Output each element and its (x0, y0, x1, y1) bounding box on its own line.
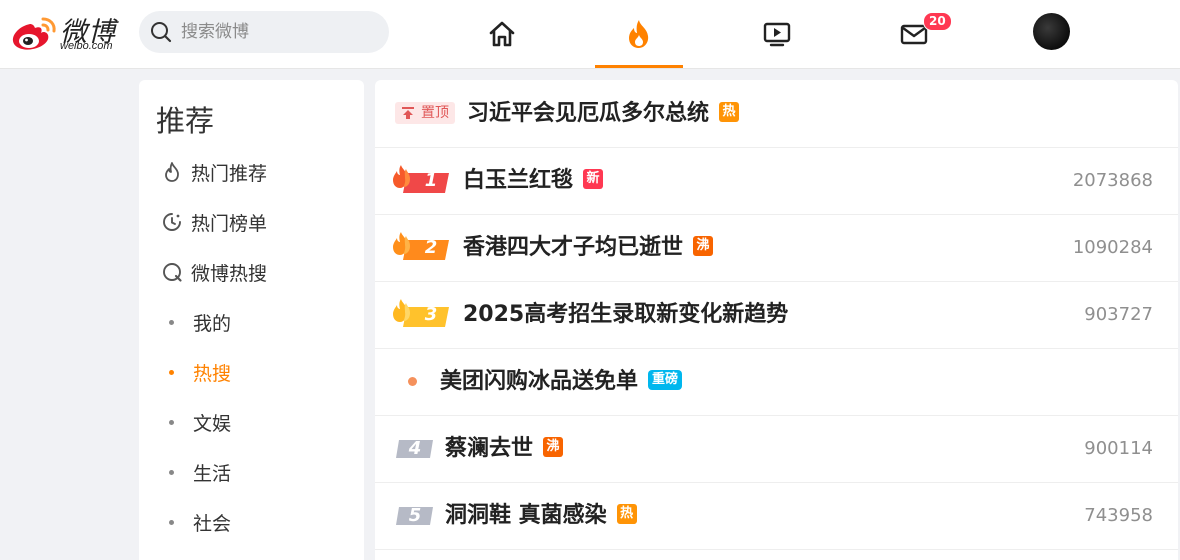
video-icon (763, 22, 791, 47)
logo-domain: weibo.com (60, 40, 113, 52)
weibo-logo[interactable]: 微博 weibo.com (10, 10, 128, 56)
boiling-tag: 沸 (543, 437, 564, 457)
promoted-hot-item[interactable]: 美团闪购冰品送免单 重磅 (375, 348, 1178, 416)
pinned-label: 置顶 (421, 105, 449, 121)
bullet-dot-icon (169, 519, 174, 525)
nav-messages-button[interactable]: 20 (870, 0, 958, 68)
hot-item-title: 香港四大才子均已逝世 (463, 235, 684, 260)
new-tag: 新 (583, 169, 604, 189)
hot-item-title: 白玉兰红毯 (463, 168, 574, 193)
search-input[interactable] (181, 11, 376, 53)
weibo-eye-logo-icon (12, 17, 56, 50)
promoted-dot-icon (408, 377, 417, 386)
sidebar-item-hot-search[interactable]: 热搜 (161, 352, 351, 392)
sidebar-item-mine[interactable]: 我的 (161, 302, 351, 342)
sidebar-item-label: 热搜 (193, 362, 232, 385)
unread-count-badge: 20 (923, 12, 952, 31)
hot-item-title-wrap: 蔡澜去世沸 (445, 415, 564, 482)
sidebar-item-hot-recommend[interactable]: 热门推荐 (161, 152, 351, 192)
hot-item-rank-4[interactable]: 4 蔡澜去世沸 900114 (375, 415, 1178, 483)
sidebar-item-society[interactable]: 社会 (161, 502, 351, 542)
sidebar-item-label: 热门推荐 (191, 162, 268, 185)
hot-item-title-wrap: 香港四大才子均已逝世沸 (463, 214, 714, 281)
sidebar-item-label: 文娱 (193, 412, 232, 435)
rank-number: 3 (424, 304, 438, 325)
bullet-dot-icon (169, 469, 174, 475)
bullet-dot-icon (169, 419, 174, 425)
hot-item-title: 蔡澜去世 (445, 436, 534, 461)
pinned-hot-item[interactable]: 置顶 习近平会见厄瓜多尔总统热 (375, 80, 1178, 148)
sidebar-item-label: 微博热搜 (191, 262, 268, 285)
hot-item-rank-5[interactable]: 5 洞洞鞋 真菌感染热 743958 (375, 482, 1178, 550)
hot-search-list: 置顶 习近平会见厄瓜多尔总统热 1 白玉兰红毯新 2073868 2 香港四大才… (375, 80, 1178, 560)
nav-home-button[interactable] (458, 0, 546, 68)
sidebar-item-hot-rank[interactable]: 热门榜单 (161, 202, 351, 242)
hot-item-title-wrap: 白玉兰红毯新 (463, 147, 604, 214)
hot-count: 2073868 (1072, 170, 1153, 191)
sidebar-title: 推荐 (156, 104, 215, 138)
clock-rank-icon (161, 211, 183, 233)
hot-item-rank-2[interactable]: 2 香港四大才子均已逝世沸 1090284 (375, 214, 1178, 282)
hot-tag: 热 (616, 504, 637, 524)
left-sidebar: 推荐 热门推荐 热门榜单 微博热搜 我的 热搜 文娱 生活 社会 (139, 80, 364, 560)
hot-item-rank-1[interactable]: 1 白玉兰红毯新 2073868 (375, 147, 1178, 215)
hot-item-title-wrap: 2025高考招生录取新变化新趋势 (463, 281, 788, 348)
hot-item-title: 美团闪购冰品送免单 (440, 369, 639, 394)
hot-count: 1090284 (1072, 237, 1153, 258)
sidebar-item-entertainment[interactable]: 文娱 (161, 402, 351, 442)
boiling-tag: 沸 (693, 236, 714, 256)
nav-hot-button[interactable] (595, 0, 683, 68)
search-box (139, 11, 389, 53)
pin-top-icon (402, 107, 414, 119)
sidebar-item-life[interactable]: 生活 (161, 452, 351, 492)
hot-item-title: 习近平会见厄瓜多尔总统 (467, 101, 710, 126)
hot-item-title: 2025高考招生录取新变化新趋势 (463, 302, 789, 327)
hot-item-title-wrap: 洞洞鞋 真菌感染热 (445, 482, 637, 549)
top-navigation-bar: 微博 weibo.com 20 (0, 0, 1180, 69)
bullet-dot-icon (169, 319, 174, 325)
hot-item-title-wrap: 习近平会见厄瓜多尔总统热 (467, 80, 740, 147)
hot-item-title: 洞洞鞋 真菌感染 (445, 503, 607, 528)
hot-item-title-wrap: 美团闪购冰品送免单 重磅 (440, 348, 683, 415)
hot-tag: 热 (719, 102, 740, 122)
sidebar-item-label: 热门榜单 (191, 212, 268, 235)
search-ring-icon (161, 261, 183, 283)
hot-count: 743958 (1084, 505, 1153, 526)
sidebar-item-label: 生活 (193, 462, 232, 485)
user-avatar[interactable] (1033, 13, 1070, 50)
hot-count: 900114 (1084, 438, 1153, 459)
rank-number: 2 (424, 237, 438, 258)
rank-number: 4 (408, 438, 422, 459)
bullet-dot-icon (169, 369, 174, 375)
rank-number: 1 (424, 170, 438, 191)
nav-video-button[interactable] (733, 0, 821, 68)
hot-item-rank-3[interactable]: 3 2025高考招生录取新变化新趋势 903727 (375, 281, 1178, 349)
sidebar-item-label: 社会 (193, 512, 232, 535)
major-tag: 重磅 (648, 370, 683, 390)
sidebar-item-weibo-search[interactable]: 微博热搜 (161, 252, 351, 292)
hot-count: 903727 (1084, 304, 1153, 325)
home-icon (489, 21, 515, 47)
fire-outline-icon (161, 161, 183, 183)
sidebar-item-label: 我的 (193, 312, 232, 335)
search-icon (151, 22, 172, 43)
rank-number: 5 (408, 505, 422, 526)
fire-icon (629, 20, 649, 48)
pinned-badge: 置顶 (395, 102, 455, 124)
